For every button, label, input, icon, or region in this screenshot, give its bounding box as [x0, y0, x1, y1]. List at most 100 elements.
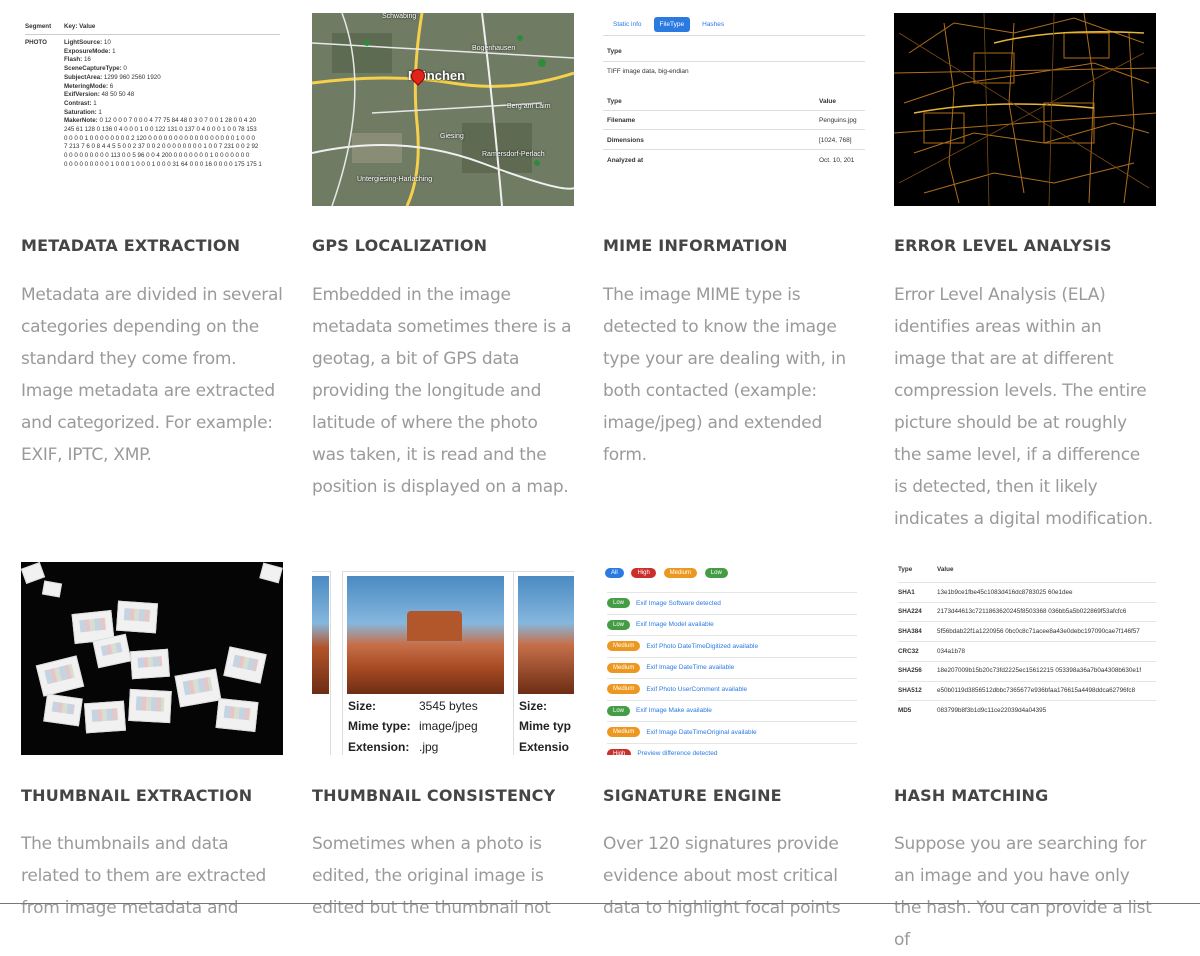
signature-level-badge: High — [607, 748, 632, 755]
feature-description: Suppose you are searching for an image a… — [894, 834, 1152, 950]
mime-type-value: TIFF image data, big-endian — [607, 68, 689, 75]
signature-row: Medium Exif Image DateTimeOriginal availa… — [607, 721, 857, 742]
map-label: Untergiesing-Harlaching — [357, 176, 433, 183]
mime-row-value: Oct. 10, 201 — [819, 157, 855, 164]
hash-value: 18e207009b15b20c73fd2225ec15612215 05339… — [937, 667, 1142, 675]
metadata-row: ExposureMode: 1 — [25, 48, 283, 57]
thumbnail-consistency-preview: Size: 3545 bytes Mime type: image/jpeg E… — [312, 562, 574, 755]
map-label: Berg am Laim — [507, 103, 551, 110]
filter-high-pill: High — [631, 568, 656, 578]
metadata-keyvalue: SceneCaptureType: 0 — [64, 65, 127, 73]
metadata-row: Contrast: 1 — [25, 100, 283, 109]
metadata-row: Flash: 16 — [25, 56, 283, 65]
mime-row-value: Penguins.jpg — [819, 117, 857, 124]
consistency-panel-left — [312, 571, 331, 755]
hash-value: 083799b8f3b1d9c11ce22039d4a04395 — [937, 706, 1047, 714]
feature-description: Over 120 signatures provide evidence abo… — [603, 834, 841, 918]
hash-type: SHA1 — [898, 588, 915, 596]
metadata-segment — [25, 74, 64, 83]
map-label: Bogenhausen — [472, 45, 516, 52]
signature-row: Medium Exif Photo UserComment available — [607, 678, 857, 699]
gps-map-preview: München Schwabing Bogenhausen Giesing Un… — [312, 13, 574, 206]
filter-all-pill: All — [605, 568, 624, 578]
hash-value: 13e1b9ce1fbe45c1083d416dc8783025 60e1dee — [937, 588, 1073, 596]
signature-filters: All High Medium Low — [605, 568, 734, 578]
feature-title: METADATA EXTRACTION — [21, 236, 241, 255]
metadata-table: Segment Key: Value PHOTO LightSource: 10 E… — [25, 23, 283, 170]
metadata-keyvalue: Contrast: 1 — [64, 99, 97, 107]
bottom-divider — [0, 903, 1200, 904]
feature-title: THUMBNAIL CONSISTENCY — [312, 786, 556, 805]
metadata-row-continued: 0 0 0 0 0 0 0 0 0 1 0 0 0 1 0 0 0 1 0 0 … — [25, 161, 283, 170]
hash-type: CRC32 — [898, 647, 919, 655]
hash-row: SHA512 e50b0119d3856512dbbc7365677e936bfa… — [898, 680, 1156, 700]
consistency-ext-value: .jpg — [419, 740, 439, 754]
tab-static-info: Static info — [613, 21, 642, 28]
metadata-keyvalue: MakerNote: 0 12 0 0 0 7 0 0 0 4 77 75 84… — [64, 117, 256, 125]
metadata-row: ExifVersion: 48 50 50 48 — [25, 91, 283, 100]
metadata-keyvalue: MeteringMode: 6 — [64, 82, 114, 90]
ela-lines — [894, 13, 1156, 206]
thumbnail-photo — [116, 600, 158, 634]
metadata-keyvalue: Flash: 16 — [64, 56, 91, 64]
metadata-row: PHOTO LightSource: 10 — [25, 39, 283, 48]
hash-value: 2173d44613c7211863620245f8503368 036bb5a… — [937, 608, 1127, 616]
signature-text: Exif Image DateTime available — [646, 664, 735, 671]
filter-medium-pill: Medium — [663, 568, 697, 578]
map-label: Schwabing — [382, 13, 417, 20]
consistency-size-value: 3545 bytes — [419, 699, 478, 713]
hash-type: SHA384 — [898, 627, 922, 635]
mime-row-value: [1024, 768] — [819, 137, 852, 144]
consistency-ext: Extension: — [348, 740, 410, 754]
metadata-makernote-line: 0 0 0 0 0 0 0 0 0 1 0 0 0 1 0 0 0 1 0 0 … — [64, 160, 262, 168]
mime-type-heading: Type — [607, 48, 622, 55]
consistency-size: Size: — [348, 699, 377, 713]
mime-col-value: Value — [819, 98, 836, 105]
feature-title: GPS LOCALIZATION — [312, 236, 488, 255]
metadata-preview-image: Segment Key: Value PHOTO LightSource: 10 E… — [21, 13, 283, 206]
thumbnail-photo — [215, 697, 259, 733]
consistency-size: Size: — [519, 699, 548, 713]
hash-col-type: Type — [898, 566, 913, 573]
tab-hashes: Hashes — [702, 21, 725, 28]
metadata-keyvalue: Saturation: 1 — [64, 108, 102, 116]
map-label: Ramersdorf-Perlach — [482, 151, 545, 158]
signature-row: Low Exif Image Make available — [607, 699, 857, 721]
consistency-photo — [347, 576, 504, 694]
thumbnail-photo — [84, 700, 126, 734]
signature-row: Low Exif Image Software detected — [607, 592, 857, 613]
hash-row: MD5 083799b8f3b1d9c11ce22039d4a04395 — [898, 700, 1156, 719]
hash-row: CRC32 034a1b78 — [898, 641, 1156, 660]
tab-filetype: FileType — [653, 17, 691, 32]
metadata-segment — [25, 65, 64, 74]
feature-title: ERROR LEVEL ANALYSIS — [894, 236, 1112, 255]
signature-level-badge: Medium — [607, 727, 641, 737]
metadata-segment — [25, 91, 64, 100]
metadata-segment — [25, 56, 64, 65]
mime-col-type: Type — [607, 98, 622, 105]
metadata-keyvalue: SubjectArea: 1299 960 2560 1920 — [64, 73, 161, 81]
feature-description: Sometimes when a photo is edited, the or… — [312, 834, 551, 918]
feature-title: SIGNATURE ENGINE — [603, 786, 782, 805]
mime-preview: Static info FileType Hashes Type TIFF im… — [603, 13, 865, 206]
thumbnail-photo — [174, 668, 222, 708]
signature-level-badge: Low — [607, 619, 631, 630]
hash-row: SHA384 5f56bdab22f1a1220956 0bc0c8c71acee… — [898, 621, 1156, 640]
mime-row-key: Analyzed at — [607, 157, 644, 164]
hash-row: SHA224 2173d44613c7211863620245f8503368 0… — [898, 601, 1156, 621]
signature-level-badge: Medium — [607, 641, 641, 651]
mime-row-key: Filename — [607, 117, 636, 124]
hash-value: e50b0119d3856512dbbc7365677e936bfaa17661… — [937, 687, 1136, 694]
consistency-panel-main: Size: 3545 bytes Mime type: image/jpeg E… — [342, 571, 514, 755]
feature-title: MIME INFORMATION — [603, 236, 788, 255]
metadata-segment — [25, 109, 64, 118]
consistency-mime: Mime type: — [348, 719, 411, 733]
thumbnail-photo — [223, 646, 267, 684]
feature-description: The thumbnails and data related to them … — [21, 834, 267, 918]
filter-low-pill: Low — [704, 568, 728, 578]
metadata-row-continued: 0 0 0 0 1 0 0 0 0 0 0 0 0 2 120 0 0 0 0 … — [25, 135, 283, 144]
thumbnail-photo — [21, 562, 46, 584]
feature-title: THUMBNAIL EXTRACTION — [21, 786, 253, 805]
signature-level-badge: Low — [607, 705, 631, 716]
metadata-row: MakerNote: 0 12 0 0 0 7 0 0 0 4 77 75 84… — [25, 117, 283, 126]
